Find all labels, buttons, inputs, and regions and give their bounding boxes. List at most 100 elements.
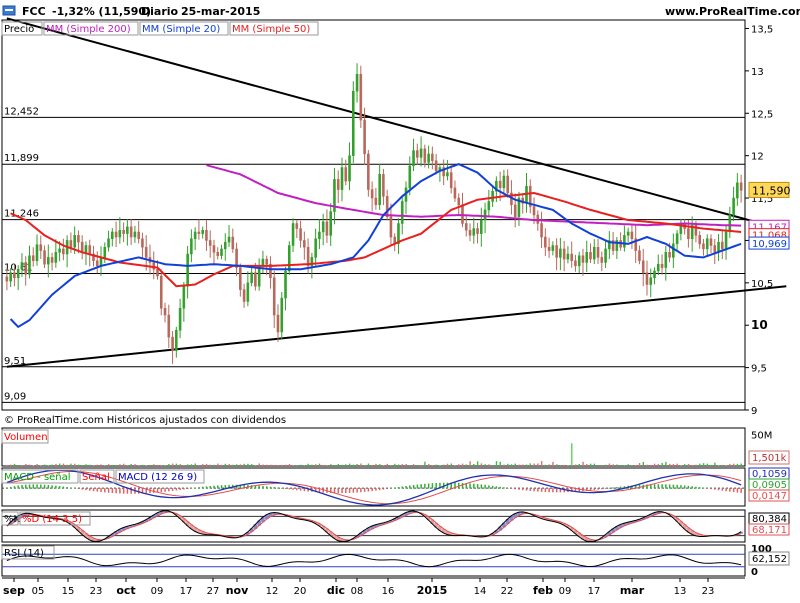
volume-bar-26 [104, 465, 105, 466]
volume-bar-61 [236, 464, 237, 466]
macd-hist-48 [187, 488, 189, 489]
macd-hist-144 [548, 488, 550, 492]
volume-bar-15 [63, 464, 64, 466]
macd-hist-193 [733, 488, 735, 492]
macd-hist-168 [639, 485, 641, 489]
volume-bar-14 [59, 464, 60, 466]
candle-body-187 [710, 239, 712, 246]
x-tick-label-12: 08 [351, 586, 364, 597]
macd-hist-95 [364, 488, 366, 492]
volume-bar-159 [605, 465, 606, 466]
level-label-5: 9,09 [4, 391, 26, 402]
candle-body-26 [104, 247, 106, 257]
volume-bar-57 [221, 465, 222, 466]
candle-body-95 [364, 120, 366, 154]
x-tick-label-8: nov [226, 584, 249, 597]
candle-body-113 [431, 154, 433, 161]
candle-body-89 [341, 168, 343, 190]
volume-bar-135 [515, 464, 516, 466]
candle-body-166 [631, 232, 633, 239]
candle-body-64 [247, 283, 249, 302]
volume-bar-72 [277, 465, 278, 466]
macd-hist-70 [270, 487, 272, 489]
candle-body-31 [123, 230, 125, 233]
price-frame [2, 20, 745, 410]
price-panel[interactable]: 13,51312,51211,51110,5109,5912,45211,899… [2, 18, 791, 417]
volume-bar-60 [232, 465, 233, 466]
x-tick-label-3: 23 [90, 586, 103, 597]
volume-bar-162 [616, 464, 617, 466]
volume-bar-181 [688, 464, 689, 466]
volume-bar-98 [375, 464, 376, 466]
candle-body-114 [435, 161, 437, 171]
volume-bar-59 [228, 464, 229, 466]
volume-bar-125 [477, 461, 478, 466]
volume-bar-128 [488, 464, 489, 466]
candle-body-35 [138, 232, 140, 239]
x-tick-label-7: 27 [207, 586, 220, 597]
macd-hist-133 [507, 488, 509, 489]
volume-bar-97 [372, 465, 373, 466]
volume-bar-52 [202, 464, 203, 466]
x-tick-label-21: 13 [674, 586, 687, 597]
macd-hist-96 [368, 488, 370, 491]
candle-body-4 [21, 262, 23, 269]
volume-bar-75 [289, 464, 290, 466]
macd-hist-9 [40, 485, 42, 489]
candle-body-52 [202, 230, 204, 233]
candle-body-7 [32, 256, 34, 261]
candle-body-49 [190, 239, 192, 254]
macd-hist-5 [25, 485, 27, 489]
macd-hist-26 [104, 488, 106, 492]
volume-bar-80 [308, 464, 309, 466]
volume-bar-28 [112, 465, 113, 466]
candle-body-99 [379, 174, 381, 205]
macd-hist-4 [21, 485, 23, 489]
candle-body-34 [134, 232, 136, 237]
macd-hist-16 [66, 487, 68, 489]
volume-bar-109 [417, 465, 418, 466]
macd-hist-90 [345, 488, 347, 493]
macd-hist-158 [601, 488, 603, 489]
candle-body-107 [409, 166, 411, 188]
candle-body-48 [187, 254, 189, 286]
price-change: -1,32% (11,590) [52, 5, 151, 18]
chart-canvas: FCC -1,32% (11,590) Diario 25-mar-2015 w… [0, 0, 800, 600]
volume-bar-195 [741, 464, 742, 466]
macd-hist-21 [85, 488, 87, 490]
volume-frame [2, 428, 745, 466]
volume-bar-31 [123, 464, 124, 466]
macd-hist-30 [119, 488, 121, 493]
volume-bar-117 [447, 464, 448, 466]
volume-bar-42 [164, 465, 165, 466]
candle-body-39 [153, 262, 155, 269]
candle-body-41 [160, 276, 162, 308]
macd-hist-55 [213, 486, 215, 489]
macd-hist-113 [432, 483, 434, 488]
volume-bar-180 [684, 464, 685, 466]
macd-hist-137 [522, 488, 524, 490]
volume-bar-21 [85, 464, 86, 466]
volume-bar-37 [146, 465, 147, 466]
volume-bar-18 [74, 464, 75, 466]
volume-bar-48 [187, 464, 188, 466]
volume-bar-137 [522, 465, 523, 466]
candle-body-150 [571, 254, 573, 261]
candle-body-84 [322, 222, 324, 232]
volume-bar-134 [511, 464, 512, 466]
price-y-tick-label-1: 13 [751, 67, 764, 78]
volume-bar-9 [40, 465, 41, 466]
volume-bar-119 [454, 465, 455, 466]
candle-body-168 [638, 251, 640, 261]
site-link[interactable]: www.ProRealTime.com [665, 5, 800, 18]
volume-bar-192 [729, 464, 730, 466]
macd-hist-186 [707, 488, 709, 489]
volume-bar-45 [176, 464, 177, 466]
x-tick-label-14: 2015 [417, 584, 448, 597]
volume-bar-65 [251, 464, 252, 466]
volume-bar-170 [646, 465, 647, 466]
rsi-y-label-0: 0 [751, 567, 758, 578]
candle-body-29 [115, 232, 117, 237]
candle-body-173 [657, 264, 659, 271]
volume-bar-32 [127, 465, 128, 466]
